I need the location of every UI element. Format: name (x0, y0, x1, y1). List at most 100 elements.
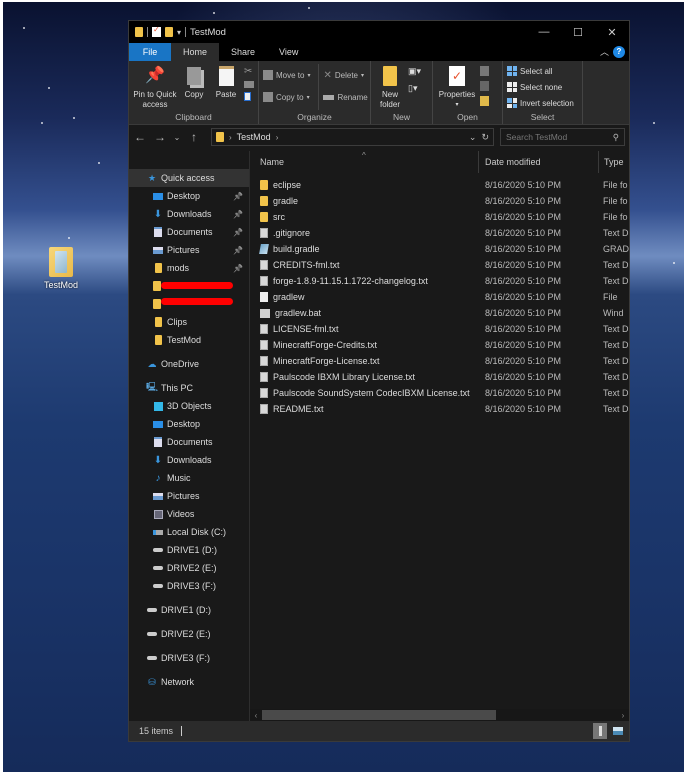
copy-path-icon[interactable] (244, 81, 254, 88)
open-icon[interactable] (480, 66, 489, 76)
file-row[interactable]: Paulscode SoundSystem CodecIBXM License.… (250, 385, 629, 401)
nav-pc-drive2-e[interactable]: DRIVE2 (E:) (129, 559, 249, 577)
pin-icon[interactable]: 📌 (233, 246, 243, 255)
properties-button[interactable]: ✓ Properties ▾ (437, 64, 477, 110)
address-field[interactable]: › TestMod › ⌄ ↻ (211, 128, 494, 146)
file-row[interactable]: MinecraftForge-License.txt 8/16/2020 5:10… (250, 353, 629, 369)
customize-toolbar-dropdown[interactable]: ▾ (177, 28, 181, 37)
file-row[interactable]: eclipse 8/16/2020 5:10 PM File fo (250, 177, 629, 193)
breadcrumb-testmod[interactable]: TestMod (237, 132, 271, 142)
easy-access-icon[interactable]: ▯▾ (408, 83, 421, 94)
nav-quick-documents[interactable]: Documents 📌 (129, 223, 249, 241)
nav-onedrive[interactable]: ☁ OneDrive (129, 355, 249, 373)
file-row[interactable]: CREDITS-fml.txt 8/16/2020 5:10 PM Text D (250, 257, 629, 273)
new-folder-icon[interactable] (165, 27, 173, 37)
tab-share[interactable]: Share (219, 43, 267, 61)
cut-icon[interactable]: ✂ (244, 66, 254, 77)
rename-button[interactable]: Rename (323, 90, 368, 104)
search-box[interactable]: ⚲ (500, 128, 625, 146)
nav-quick-testmod[interactable]: TestMod (129, 331, 249, 349)
select-none-button[interactable]: Select none (507, 80, 578, 94)
nav-quick-downloads[interactable]: ⬇ Downloads 📌 (129, 205, 249, 223)
select-all-button[interactable]: Select all (507, 64, 578, 78)
nav-quick-clips[interactable]: Clips (129, 313, 249, 331)
pin-icon[interactable]: 📌 (233, 264, 243, 273)
file-row[interactable]: LICENSE-fml.txt 8/16/2020 5:10 PM Text D (250, 321, 629, 337)
file-row[interactable]: build.gradle 8/16/2020 5:10 PM GRAD (250, 241, 629, 257)
address-history-dropdown[interactable]: ⌄ (469, 132, 477, 143)
file-row[interactable]: MinecraftForge-Credits.txt 8/16/2020 5:10… (250, 337, 629, 353)
back-button[interactable]: ← (133, 130, 147, 144)
nav-quick-pictures[interactable]: Pictures 📌 (129, 241, 249, 259)
properties-icon[interactable] (152, 25, 161, 37)
collapse-ribbon-icon[interactable]: ︿ (600, 45, 609, 58)
copy-button[interactable]: Copy (180, 64, 208, 110)
scroll-right-button[interactable]: › (617, 711, 629, 720)
desktop-icon-testmod[interactable]: TestMod (31, 247, 91, 290)
details-view-button[interactable] (593, 723, 607, 739)
nav-quick-mods[interactable]: mods 📌 (129, 259, 249, 277)
move-to-button[interactable]: Move to ▾ (263, 68, 310, 82)
history-icon[interactable] (480, 96, 489, 106)
tab-home[interactable]: Home (171, 43, 220, 61)
minimize-button[interactable]: — (527, 21, 561, 43)
pin-icon[interactable]: 📌 (233, 228, 243, 237)
file-row[interactable]: forge-1.8.9-11.15.1.1722-changelog.txt 8/… (250, 273, 629, 289)
file-row[interactable]: README.txt 8/16/2020 5:10 PM Text D (250, 401, 629, 417)
invert-selection-button[interactable]: Invert selection (507, 96, 578, 110)
column-header-date[interactable]: Date modified (477, 151, 598, 173)
nav-drive-drive1-d[interactable]: DRIVE1 (D:) (129, 601, 249, 619)
nav-pc-downloads[interactable]: ⬇ Downloads (129, 451, 249, 469)
nav-pc-desktop[interactable]: Desktop (129, 415, 249, 433)
large-icons-view-button[interactable] (611, 723, 625, 739)
paste-button[interactable]: Paste (211, 64, 241, 110)
file-row[interactable]: gradle 8/16/2020 5:10 PM File fo (250, 193, 629, 209)
file-row[interactable]: gradlew.bat 8/16/2020 5:10 PM Wind (250, 305, 629, 321)
nav-pc-drive3-f[interactable]: DRIVE3 (F:) (129, 577, 249, 595)
refresh-icon[interactable]: ↻ (481, 132, 489, 143)
file-row[interactable]: src 8/16/2020 5:10 PM File fo (250, 209, 629, 225)
file-row[interactable]: .gitignore 8/16/2020 5:10 PM Text D (250, 225, 629, 241)
nav-pc-pictures[interactable]: Pictures (129, 487, 249, 505)
new-folder-button[interactable]: New folder (375, 64, 405, 110)
paste-shortcut-icon[interactable] (244, 92, 251, 101)
nav-this-pc[interactable]: 🖳 This PC (129, 379, 249, 397)
scroll-track[interactable] (261, 709, 617, 721)
nav-pc-videos[interactable]: Videos (129, 505, 249, 523)
up-button[interactable]: ↑ (187, 130, 201, 144)
nav-quick-desktop[interactable]: Desktop 📌 (129, 187, 249, 205)
nav-network[interactable]: ⛁ Network (129, 673, 249, 691)
tab-view[interactable]: View (267, 43, 310, 61)
pin-to-quick-access-button[interactable]: 📌 Pin to Quick access (133, 64, 177, 110)
tab-file[interactable]: File (129, 43, 171, 61)
pin-icon[interactable]: 📌 (233, 210, 243, 219)
file-row[interactable]: gradlew 8/16/2020 5:10 PM File (250, 289, 629, 305)
nav-drive-drive3-f[interactable]: DRIVE3 (F:) (129, 649, 249, 667)
search-input[interactable] (506, 132, 606, 142)
nav-quick-access[interactable]: ★ Quick access (129, 169, 249, 187)
delete-button[interactable]: ✕ Delete ▾ (323, 68, 367, 82)
copy-to-button[interactable]: Copy to ▾ (263, 90, 310, 104)
nav-drive-drive2-e[interactable]: DRIVE2 (E:) (129, 625, 249, 643)
scroll-thumb[interactable] (261, 710, 497, 720)
close-button[interactable]: ✕ (595, 21, 629, 43)
nav-pc-music[interactable]: ♪ Music (129, 469, 249, 487)
column-header-type[interactable]: Type (597, 151, 629, 173)
forward-button[interactable]: → (153, 130, 167, 144)
maximize-button[interactable]: ☐ (561, 21, 595, 43)
chevron-right-icon[interactable]: › (276, 133, 279, 142)
scroll-left-button[interactable]: ‹ (250, 711, 262, 720)
nav-pc-local-disk-c[interactable]: Local Disk (C:) (129, 523, 249, 541)
nav-redacted-folder-2[interactable] (129, 295, 249, 313)
pin-icon[interactable]: 📌 (233, 192, 243, 201)
help-icon[interactable]: ? (613, 45, 625, 58)
nav-redacted-folder-1[interactable] (129, 277, 249, 295)
search-icon[interactable]: ⚲ (613, 132, 619, 143)
horizontal-scrollbar[interactable]: ‹ › (249, 709, 629, 721)
nav-pc-3d-objects[interactable]: 3D Objects (129, 397, 249, 415)
chevron-right-icon[interactable]: › (229, 133, 232, 142)
nav-pc-drive1-d[interactable]: DRIVE1 (D:) (129, 541, 249, 559)
recent-locations-dropdown[interactable]: ⌄ (173, 133, 181, 142)
nav-pc-documents[interactable]: Documents (129, 433, 249, 451)
file-row[interactable]: Paulscode IBXM Library License.txt 8/16/2… (250, 369, 629, 385)
